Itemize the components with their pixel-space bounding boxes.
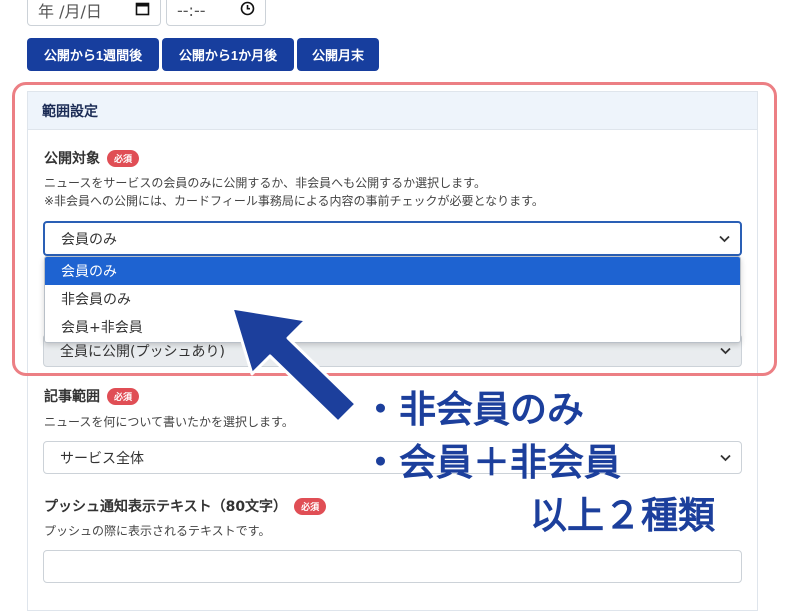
push-text-label: プッシュ通知表示テキスト（80文字） 必須 [44, 496, 327, 516]
required-badge: 必須 [107, 387, 140, 405]
date-placeholder: 年 /月/日 [38, 2, 102, 21]
highlight-frame [12, 82, 777, 376]
month-end-button[interactable]: 公開月末 [297, 38, 379, 71]
date-input[interactable]: 年 /月/日 [27, 0, 161, 26]
annotation-line-1: ・非会員のみ [362, 388, 584, 431]
calendar-icon[interactable] [135, 1, 150, 20]
annotation-arrow-icon [230, 306, 358, 424]
annotation-line-3: 以上２種類 [530, 494, 715, 537]
one-week-after-button[interactable]: 公開から1週間後 [27, 38, 159, 71]
article-scope-label-text: 記事範囲 [44, 389, 100, 405]
push-text-label-text: プッシュ通知表示テキスト（80文字） [44, 499, 288, 515]
chevron-down-icon [720, 451, 731, 465]
article-scope-value: サービス全体 [60, 450, 144, 467]
time-placeholder: --:-- [177, 0, 206, 20]
article-scope-label: 記事範囲 必須 [44, 386, 140, 406]
push-text-input[interactable] [43, 550, 742, 583]
one-month-after-button[interactable]: 公開から1か月後 [162, 38, 294, 71]
push-text-help: プッシュの際に表示されるテキストです。 [44, 524, 271, 538]
required-badge: 必須 [294, 497, 327, 515]
time-input[interactable]: --:-- [166, 0, 266, 26]
annotation-line-2: ・会員＋非会員 [362, 441, 621, 484]
clock-icon[interactable] [240, 1, 255, 20]
